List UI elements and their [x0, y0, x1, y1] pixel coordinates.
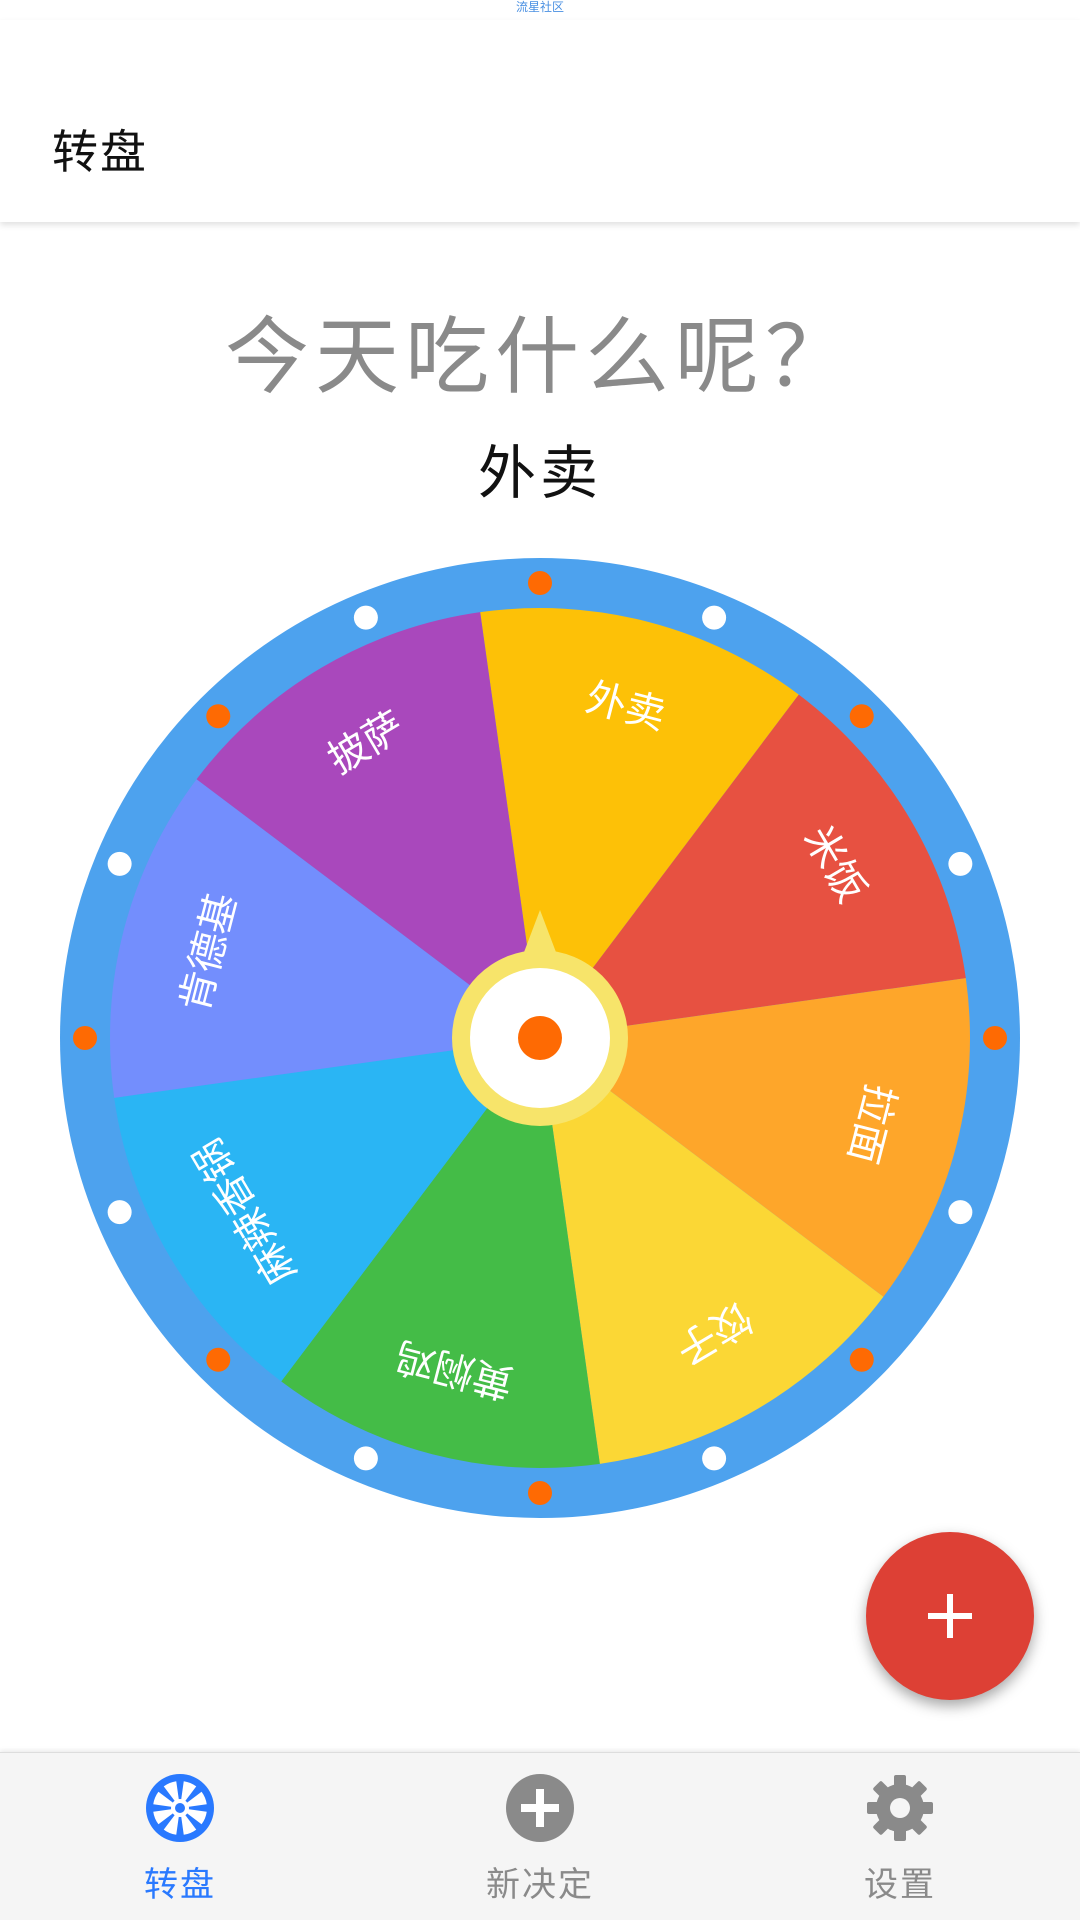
rim-light-white — [107, 1200, 132, 1225]
gear-icon — [867, 1775, 933, 1841]
add-button[interactable] — [866, 1532, 1034, 1700]
rim-light-orange — [206, 1347, 231, 1372]
rim-light-white — [702, 1446, 727, 1471]
result-text: 外卖 — [477, 439, 602, 507]
rim-light-orange — [528, 1481, 552, 1505]
rim-light-orange — [849, 1347, 874, 1372]
hub-dot — [518, 1016, 562, 1060]
nav-item-settings[interactable]: 设置 — [720, 1753, 1080, 1920]
rim-light-orange — [73, 1026, 97, 1050]
rim-light-orange — [983, 1026, 1007, 1050]
page-title: 转盘 — [52, 125, 148, 179]
rim-light-white — [353, 1446, 378, 1471]
app-bar: 转盘 — [0, 20, 1080, 222]
rim-light-white — [353, 605, 378, 630]
rim-light-orange — [206, 704, 231, 729]
rim-light-orange — [528, 571, 552, 595]
rim-light-orange — [849, 704, 874, 729]
wheel-icon — [146, 1774, 214, 1842]
spin-wheel[interactable]: 外卖 米饭 拉面 饺子 黄焖鸡 麻辣香锅 肯德基 披萨 — [60, 558, 1020, 1518]
status-bar-text: 流星社区 — [515, 0, 564, 14]
nav-item-wheel[interactable]: 转盘 — [0, 1753, 360, 1920]
nav-item-new-decision[interactable]: 新决定 — [360, 1753, 720, 1920]
question-text: 今天吃什么呢？ — [224, 308, 855, 406]
nav-label-new-decision: 新决定 — [486, 1865, 594, 1905]
screen: 流星社区 转盘 今天吃什么呢？ 外卖 外卖 米饭 拉面 饺子 黄焖鸡 麻辣香锅 肯德基 披萨 … — [0, 0, 1080, 1920]
rim-light-white — [948, 1200, 973, 1225]
nav-label-settings: 设置 — [864, 1865, 936, 1905]
rim-light-white — [702, 605, 727, 630]
add-circle-icon — [506, 1774, 574, 1842]
bottom-nav: 转盘 新决定 设置 — [0, 1752, 1080, 1920]
wheel-graphic[interactable]: 外卖米饭拉面饺子黄焖鸡麻辣香锅肯德基披萨 — [60, 558, 1020, 1518]
rim-light-white — [948, 851, 973, 876]
nav-label-wheel: 转盘 — [144, 1865, 216, 1905]
rim-light-white — [107, 851, 132, 876]
plus-icon-vertical — [947, 1594, 953, 1638]
